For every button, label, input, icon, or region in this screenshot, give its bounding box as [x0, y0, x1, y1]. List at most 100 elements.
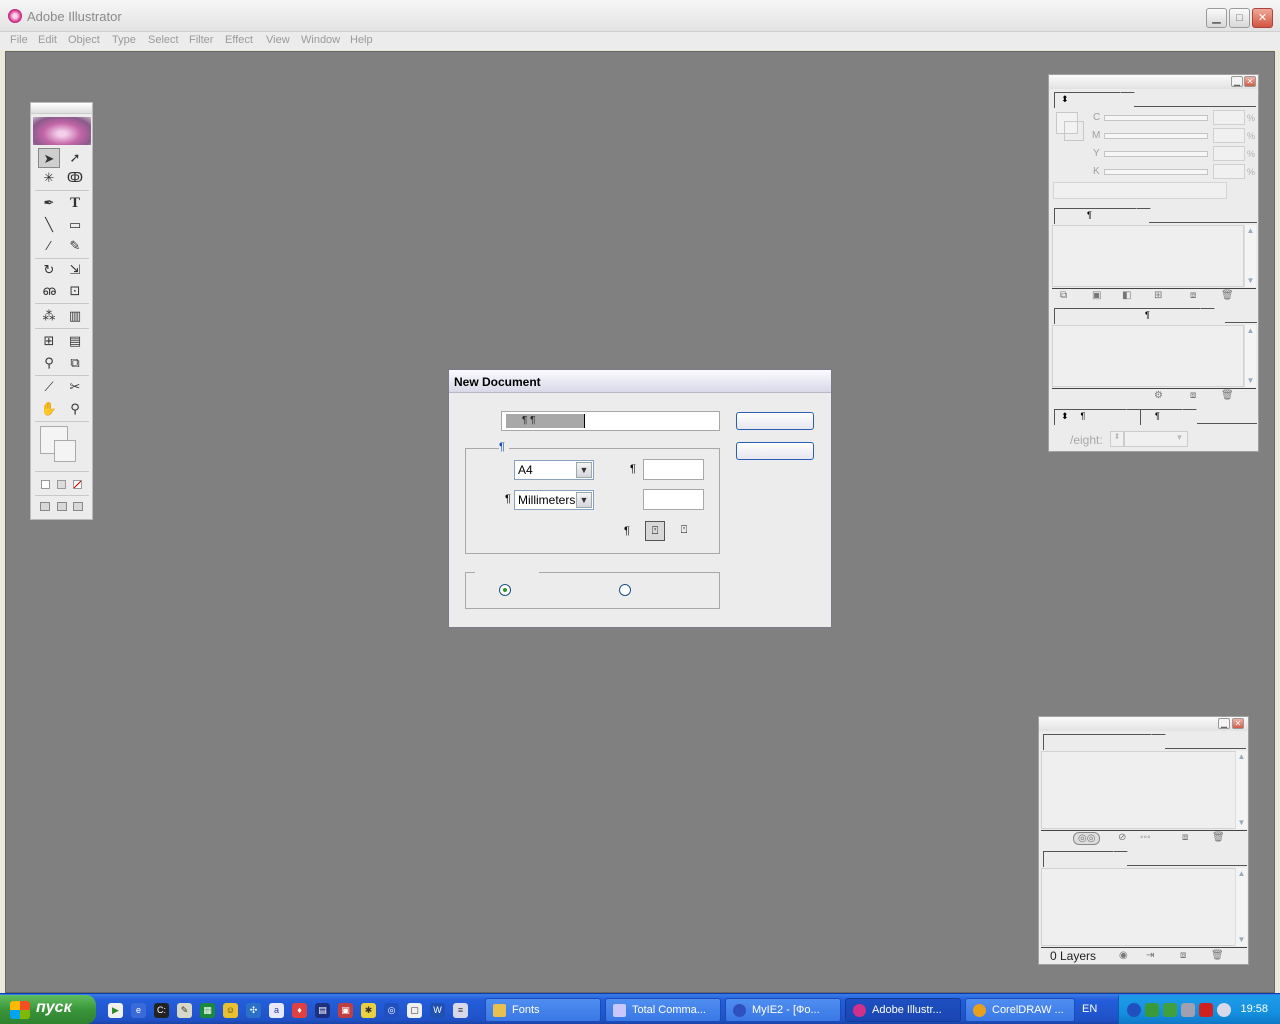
delete-layer-icon[interactable]: 🗑 [1211, 950, 1224, 961]
scroll-down-icon[interactable]: ▼ [1236, 818, 1247, 828]
new-layer-icon[interactable]: ⧈ [1180, 950, 1186, 961]
brushes-panel-tab[interactable]: ¶ [1054, 308, 1200, 324]
document-name-input[interactable]: ¶ ¶ [501, 411, 720, 431]
make-clipping-mask-icon[interactable]: ◉ [1119, 950, 1128, 961]
task-total-commander[interactable]: Total Comma... [605, 998, 721, 1022]
menu-select[interactable]: Select [148, 34, 179, 46]
color-mode-icon[interactable] [41, 480, 50, 489]
selection-tool-icon[interactable]: ➤ [38, 148, 60, 168]
tray-antivirus-icon[interactable] [1163, 1003, 1177, 1017]
warp-tool-icon[interactable]: ഌ [38, 281, 60, 301]
notepad-icon[interactable]: ✎ [177, 1003, 192, 1018]
task-coreldraw[interactable]: CorelDRAW ... [965, 998, 1075, 1022]
cyan-input[interactable] [1213, 110, 1245, 125]
zoom-tool-icon[interactable]: ⚲ [64, 399, 86, 419]
eyedropper-tool-icon[interactable]: ⚲ [38, 353, 60, 373]
scroll-down-icon[interactable]: ▼ [1245, 376, 1256, 386]
lasso-tool-icon[interactable]: ↂ [64, 168, 86, 188]
graph-tool-icon[interactable]: ▥ [64, 306, 86, 326]
new-sublayer-icon[interactable]: ⇥ [1146, 950, 1154, 961]
swatches-panel-tab[interactable]: ¶ [1054, 208, 1136, 224]
rgb-color-radio[interactable] [619, 584, 631, 596]
height-input[interactable] [643, 489, 704, 510]
task-myie2[interactable]: MyIE2 - [Фо... [725, 998, 841, 1022]
units-select[interactable]: Millimeters ▼ [514, 490, 594, 510]
calendar-icon[interactable]: ▣ [338, 1003, 353, 1018]
tray-kaspersky-icon[interactable] [1199, 1003, 1213, 1017]
show-swatch-kinds-icon[interactable]: ⧉ [1060, 290, 1067, 301]
font-icon[interactable]: a [269, 1003, 284, 1018]
scroll-up-icon[interactable]: ▲ [1236, 752, 1247, 762]
save-disk-icon[interactable]: ▤ [315, 1003, 330, 1018]
new-swatch-icon[interactable]: ⧈ [1190, 290, 1196, 301]
scroll-down-icon[interactable]: ▼ [1245, 276, 1256, 286]
cancel-button[interactable] [736, 442, 814, 460]
landscape-orientation-button[interactable]: ⍞ [674, 521, 694, 541]
tray-help-icon[interactable] [1217, 1003, 1231, 1017]
panel-grip[interactable]: ▁ ✕ [1049, 75, 1258, 89]
transparency-list[interactable] [1041, 751, 1236, 829]
delete-item-icon[interactable]: 🗑 [1212, 832, 1225, 843]
make-mask-icon[interactable]: ◎◎ [1073, 832, 1101, 845]
network-icon[interactable]: ✣ [246, 1003, 261, 1018]
mesh-tool-icon[interactable]: ⊞ [38, 331, 60, 351]
document-icon[interactable]: ≡ [453, 1003, 468, 1018]
menu-type[interactable]: Type [112, 34, 136, 46]
scroll-up-icon[interactable]: ▲ [1245, 326, 1256, 336]
magenta-input[interactable] [1213, 128, 1245, 143]
menu-edit[interactable]: Edit [38, 34, 57, 46]
transparency-scrollbar[interactable]: ▲ ▼ [1235, 751, 1247, 829]
star-icon[interactable]: ✱ [361, 1003, 376, 1018]
scroll-down-icon[interactable]: ▼ [1236, 935, 1247, 945]
panel-close-button[interactable]: ✕ [1232, 718, 1244, 729]
tray-myie-icon[interactable] [1127, 1003, 1141, 1017]
menu-window[interactable]: Window [301, 34, 340, 46]
transparency-panel-tab[interactable] [1043, 734, 1151, 750]
stroke-weight-stepper[interactable]: ⬍ [1110, 431, 1124, 447]
standard-screen-mode-icon[interactable] [40, 502, 50, 511]
magic-wand-tool-icon[interactable]: ✳ [38, 168, 60, 188]
stroke-color-swatch[interactable] [54, 440, 76, 462]
brushes-list[interactable] [1052, 325, 1244, 387]
show-color-swatches-icon[interactable]: ▣ [1092, 290, 1101, 301]
gradient-panel-tab[interactable]: ¶ [1140, 409, 1182, 425]
pen-tool-icon[interactable]: ✒ [38, 193, 60, 213]
brushes-scrollbar[interactable]: ▲ ▼ [1244, 325, 1256, 387]
task-adobe-illustrator[interactable]: Adobe Illustr... [845, 998, 961, 1022]
free-transform-tool-icon[interactable]: ⊡ [64, 281, 86, 301]
color-stroke-swatch[interactable] [1064, 121, 1084, 141]
menu-filter[interactable]: Filter [189, 34, 213, 46]
line-tool-icon[interactable]: ╲ [38, 215, 60, 235]
show-gradient-swatches-icon[interactable]: ◧ [1122, 290, 1131, 301]
task-fonts[interactable]: Fonts [485, 998, 601, 1022]
media-player-icon[interactable]: ▶ [108, 1003, 123, 1018]
ok-button[interactable] [736, 412, 814, 430]
panel-minimize-button[interactable]: ▁ [1231, 76, 1243, 87]
none-mode-icon[interactable] [73, 480, 82, 489]
layers-list[interactable] [1041, 868, 1236, 946]
yellow-slider[interactable] [1104, 151, 1208, 157]
panel-grip[interactable]: ▁ ✕ [1039, 717, 1248, 731]
rotate-tool-icon[interactable]: ↻ [38, 260, 60, 280]
scissors-tool-icon[interactable]: ✂ [64, 377, 86, 397]
stroke-weight-input[interactable]: ▼ [1124, 431, 1188, 447]
panel-close-button[interactable]: ✕ [1244, 76, 1256, 87]
cyan-slider[interactable] [1104, 115, 1208, 121]
clip-icon[interactable]: ⊘ [1118, 832, 1126, 843]
delete-brush-icon[interactable]: 🗑 [1221, 390, 1234, 401]
magenta-slider[interactable] [1104, 133, 1208, 139]
window-titlebar[interactable]: Adobe Illustrator ▁ □ ✕ [0, 0, 1280, 32]
paintbrush-tool-icon[interactable]: ⁄ [38, 236, 60, 256]
menu-effect[interactable]: Effect [225, 34, 253, 46]
full-screen-mode-icon[interactable] [73, 502, 83, 511]
black-slider[interactable] [1104, 169, 1208, 175]
close-button[interactable]: ✕ [1252, 8, 1273, 28]
window-icon[interactable]: ▢ [407, 1003, 422, 1018]
hand-tool-icon[interactable]: ✋ [38, 399, 60, 419]
new-item-icon[interactable]: ⧈ [1182, 832, 1188, 843]
stroke-panel-tab[interactable]: ⬍ ¶ [1054, 409, 1126, 425]
chevron-down-icon[interactable]: ▼ [576, 492, 592, 508]
rectangle-tool-icon[interactable]: ▭ [64, 215, 86, 235]
maximize-button[interactable]: □ [1229, 8, 1250, 28]
pencil-tool-icon[interactable]: ✎ [64, 236, 86, 256]
